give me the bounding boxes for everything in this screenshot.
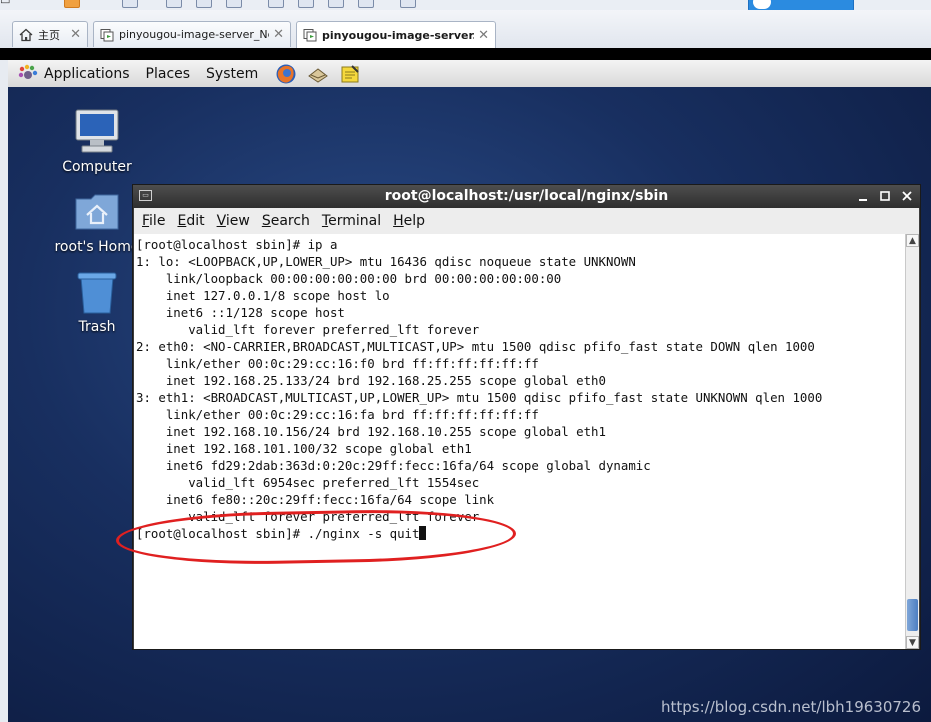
desktop-icon-label: Trash (78, 319, 116, 335)
trash-icon (73, 267, 121, 315)
scrollbar-thumb[interactable] (907, 599, 918, 631)
command-input[interactable]: ./nginx -s quit (308, 526, 420, 541)
output-line: 2: eth0: <NO-CARRIER,BROADCAST,MULTICAST… (136, 339, 815, 354)
output-line: inet6 fd29:2dab:363d:0:20c:29ff:fecc:16f… (136, 458, 651, 473)
home-icon (19, 28, 33, 42)
mail-icon[interactable] (306, 63, 330, 85)
output-line: inet6 fe80::20c:29ff:fecc:16fa/64 scope … (136, 492, 495, 507)
menu-label-rest: earch (270, 213, 310, 229)
cloud-icon (753, 0, 771, 9)
output-line: 3: eth1: <BROADCAST,MULTICAST,UP,LOWER_U… (136, 390, 823, 405)
tab-vm-active[interactable]: pinyougou-image-server... ✕ (296, 21, 496, 48)
scroll-down-icon[interactable]: ▼ (906, 636, 919, 649)
tab-home[interactable]: 主页 ✕ (12, 21, 88, 47)
fullscreen-icon[interactable] (298, 0, 314, 8)
menu-label-rest: ile (149, 213, 166, 229)
vm-icon (100, 28, 114, 42)
tab-vm-nginx[interactable]: pinyougou-image-server_Ngin... ✕ (93, 21, 291, 47)
menu-mnemonic: H (393, 213, 404, 229)
console-icon[interactable] (358, 0, 374, 8)
output-line: [root@localhost sbin]# ip a (136, 237, 338, 252)
revert-snapshot-icon[interactable] (196, 0, 212, 8)
pause-icon[interactable] (64, 0, 80, 8)
menu-mnemonic: V (216, 213, 226, 229)
output-line: valid_lft forever preferred_lft forever (136, 509, 480, 524)
output-line: inet 192.168.101.100/32 scope global eth… (136, 441, 472, 456)
terminal-output-area[interactable]: [root@localhost sbin]# ip a 1: lo: <LOOP… (134, 234, 905, 649)
minimize-icon[interactable] (855, 188, 871, 204)
snapshot-manager-icon[interactable] (226, 0, 242, 8)
menu-file[interactable]: File (142, 213, 165, 229)
output-line: valid_lft 6954sec preferred_lft 1554sec (136, 475, 480, 490)
vmware-toolbar: ▭ (0, 0, 931, 10)
menu-terminal[interactable]: Terminal (322, 213, 381, 229)
vm-icon (303, 28, 317, 42)
menu-mnemonic: S (261, 213, 271, 229)
menu-system[interactable]: System (206, 66, 258, 82)
desktop-icon-trash[interactable]: Trash (54, 267, 140, 335)
tab-label: pinyougou-image-server... (322, 28, 475, 42)
menu-applications[interactable]: Applications (44, 66, 130, 82)
output-line: link/loopback 00:00:00:00:00:00 brd 00:0… (136, 271, 562, 286)
desktop-icon-home[interactable]: root's Home (54, 187, 140, 255)
close-icon[interactable] (899, 188, 915, 204)
output-line: link/ether 00:0c:29:cc:16:f0 brd ff:ff:f… (136, 356, 539, 371)
desktop-icon-label: Computer (62, 159, 132, 175)
vm-console-top-border (0, 48, 931, 60)
vm-tab-strip: 主页 ✕ pinyougou-image-server_Ngin... ✕ pi… (0, 10, 931, 49)
vm-console-left-border (0, 60, 8, 722)
output-line: inet 127.0.0.1/8 scope host lo (136, 288, 390, 303)
menu-places[interactable]: Places (146, 66, 191, 82)
watermark: https://blog.csdn.net/lbh19630726 (661, 698, 921, 716)
desktop-icon-label: root's Home (54, 239, 140, 255)
view-icon[interactable] (268, 0, 284, 8)
text-cursor (419, 526, 427, 540)
terminal-titlebar[interactable]: ▭ root@localhost:/usr/local/nginx/sbin (133, 185, 920, 208)
cloud-upload-button[interactable] (748, 0, 854, 10)
prompt: [root@localhost sbin]# (136, 526, 308, 541)
terminal-menubar: File Edit View Search Terminal Help (134, 208, 919, 234)
output-line: inet 192.168.25.133/24 brd 192.168.25.25… (136, 373, 606, 388)
menu-label-rest: iew (225, 213, 250, 229)
toolbar-menu-fragment[interactable]: ▭ (0, 0, 10, 7)
unity-icon[interactable] (328, 0, 344, 8)
send-keys-icon[interactable] (122, 0, 138, 8)
snapshot-icon[interactable] (166, 0, 182, 8)
output-line: valid_lft forever preferred_lft forever (136, 322, 480, 337)
menu-search[interactable]: Search (262, 213, 310, 229)
menu-view[interactable]: View (217, 213, 250, 229)
home-folder-icon (73, 187, 121, 235)
tab-close-icon[interactable]: ✕ (70, 27, 81, 42)
desktop-icon-computer[interactable]: Computer (54, 107, 140, 175)
output-line: link/ether 00:0c:29:cc:16:fa brd ff:ff:f… (136, 407, 539, 422)
terminal-text: [root@localhost sbin]# ip a 1: lo: <LOOP… (134, 234, 905, 542)
tab-label: 主页 (38, 28, 60, 42)
terminal-scrollbar[interactable]: ▲ ▼ (905, 234, 919, 649)
stretch-icon[interactable] (400, 0, 416, 8)
maximize-icon[interactable] (877, 188, 893, 204)
tab-close-icon[interactable]: ✕ (478, 28, 489, 43)
terminal-window[interactable]: ▭ root@localhost:/usr/local/nginx/sbin F… (132, 184, 921, 650)
tab-close-icon[interactable]: ✕ (273, 27, 284, 42)
menu-edit[interactable]: Edit (177, 213, 204, 229)
gnome-top-panel: Applications Places System (8, 60, 931, 88)
output-line: inet6 ::1/128 scope host (136, 305, 345, 320)
gnome-foot-icon (16, 63, 40, 85)
firefox-icon[interactable] (274, 63, 298, 85)
menu-help[interactable]: Help (393, 213, 425, 229)
menu-mnemonic: E (177, 213, 187, 229)
output-line: inet 192.168.10.156/24 brd 192.168.10.25… (136, 424, 606, 439)
output-line: 1: lo: <LOOPBACK,UP,LOWER_UP> mtu 16436 … (136, 254, 636, 269)
menu-label-rest: erminal (328, 213, 382, 229)
menu-label-rest: dit (186, 213, 205, 229)
scroll-up-icon[interactable]: ▲ (906, 234, 919, 247)
menu-mnemonic: F (142, 213, 150, 229)
computer-icon (73, 107, 121, 155)
notes-icon[interactable] (338, 63, 362, 85)
menu-label-rest: elp (403, 213, 426, 229)
tab-label: pinyougou-image-server_Ngin... (119, 28, 269, 41)
terminal-title: root@localhost:/usr/local/nginx/sbin (384, 188, 669, 204)
